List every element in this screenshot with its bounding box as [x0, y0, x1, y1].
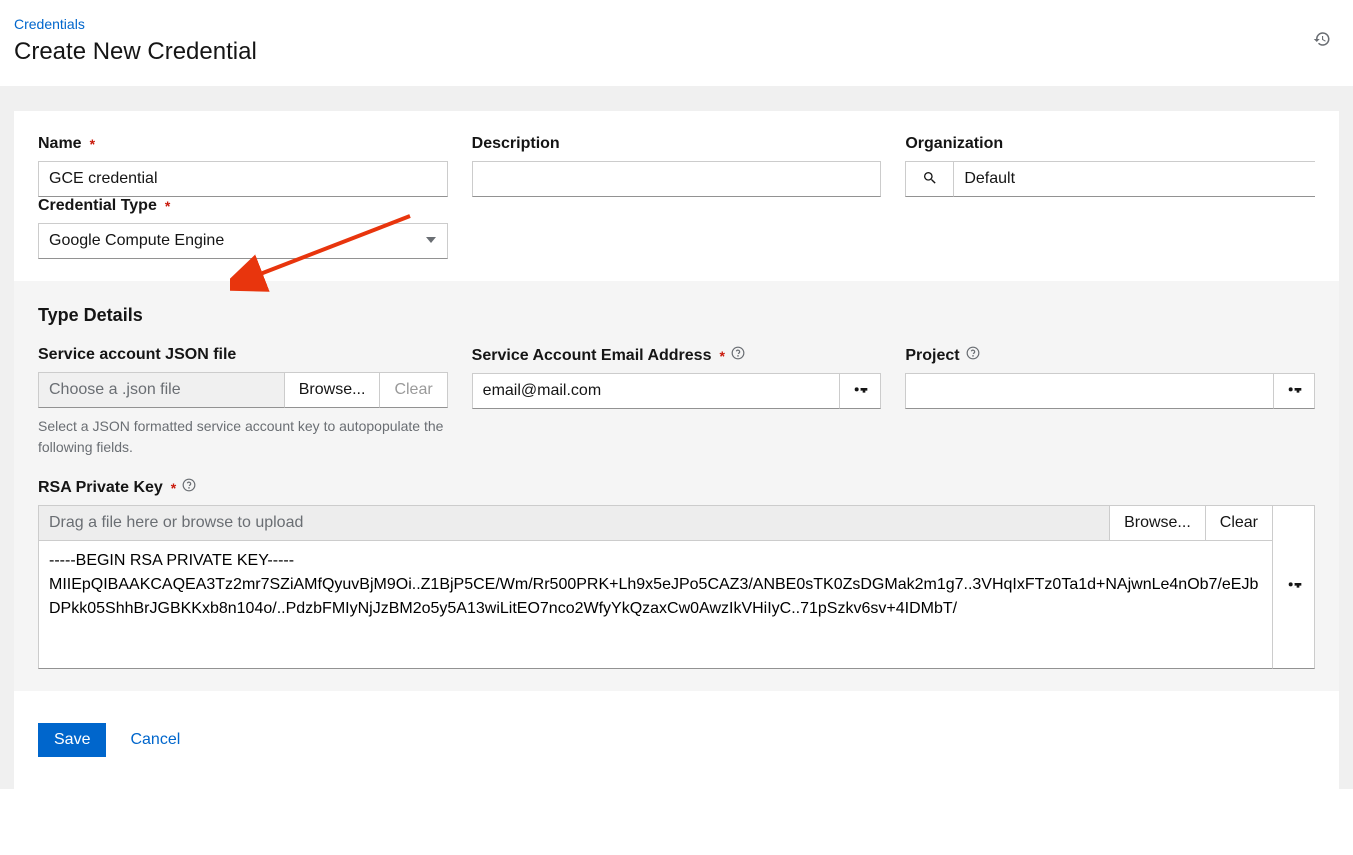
rsa-key-button[interactable] — [1273, 505, 1315, 669]
json-file-label: Service account JSON file — [38, 346, 448, 364]
json-file-display: Choose a .json file — [38, 372, 285, 408]
help-icon[interactable] — [966, 346, 980, 365]
email-input[interactable] — [472, 373, 840, 409]
name-input[interactable] — [38, 161, 448, 197]
key-icon — [1286, 382, 1302, 401]
search-icon — [922, 170, 938, 189]
organization-lookup-button[interactable] — [905, 161, 953, 197]
rsa-dropzone[interactable]: Drag a file here or browse to upload — [38, 505, 1110, 541]
credential-type-select[interactable]: Google Compute Engine — [38, 223, 448, 259]
key-icon — [852, 382, 868, 401]
breadcrumb-credentials[interactable]: Credentials — [14, 16, 1339, 32]
description-label: Description — [472, 135, 882, 153]
json-file-helper: Select a JSON formatted service account … — [38, 416, 448, 458]
rsa-browse-button[interactable]: Browse... — [1110, 505, 1206, 541]
project-key-button[interactable] — [1273, 373, 1315, 409]
rsa-label: RSA Private Key* — [38, 478, 1315, 497]
json-file-clear-button[interactable]: Clear — [380, 372, 447, 408]
help-icon[interactable] — [731, 346, 745, 365]
email-key-button[interactable] — [839, 373, 881, 409]
history-icon[interactable] — [1313, 30, 1331, 53]
json-file-browse-button[interactable]: Browse... — [285, 372, 381, 408]
project-input[interactable] — [905, 373, 1273, 409]
help-icon[interactable] — [182, 478, 196, 497]
organization-label: Organization — [905, 135, 1315, 153]
email-label: Service Account Email Address* — [472, 346, 882, 365]
name-label: Name* — [38, 135, 448, 153]
page-title: Create New Credential — [14, 38, 1339, 66]
key-icon — [1286, 577, 1302, 598]
rsa-clear-button[interactable]: Clear — [1206, 505, 1273, 541]
project-label: Project — [905, 346, 1315, 365]
description-input[interactable] — [472, 161, 882, 197]
save-button[interactable]: Save — [38, 723, 106, 757]
credential-type-label: Credential Type* — [38, 197, 448, 215]
type-details-heading: Type Details — [38, 305, 1315, 326]
organization-input[interactable] — [953, 161, 1315, 197]
cancel-button[interactable]: Cancel — [130, 731, 180, 749]
rsa-textarea[interactable] — [38, 541, 1273, 669]
